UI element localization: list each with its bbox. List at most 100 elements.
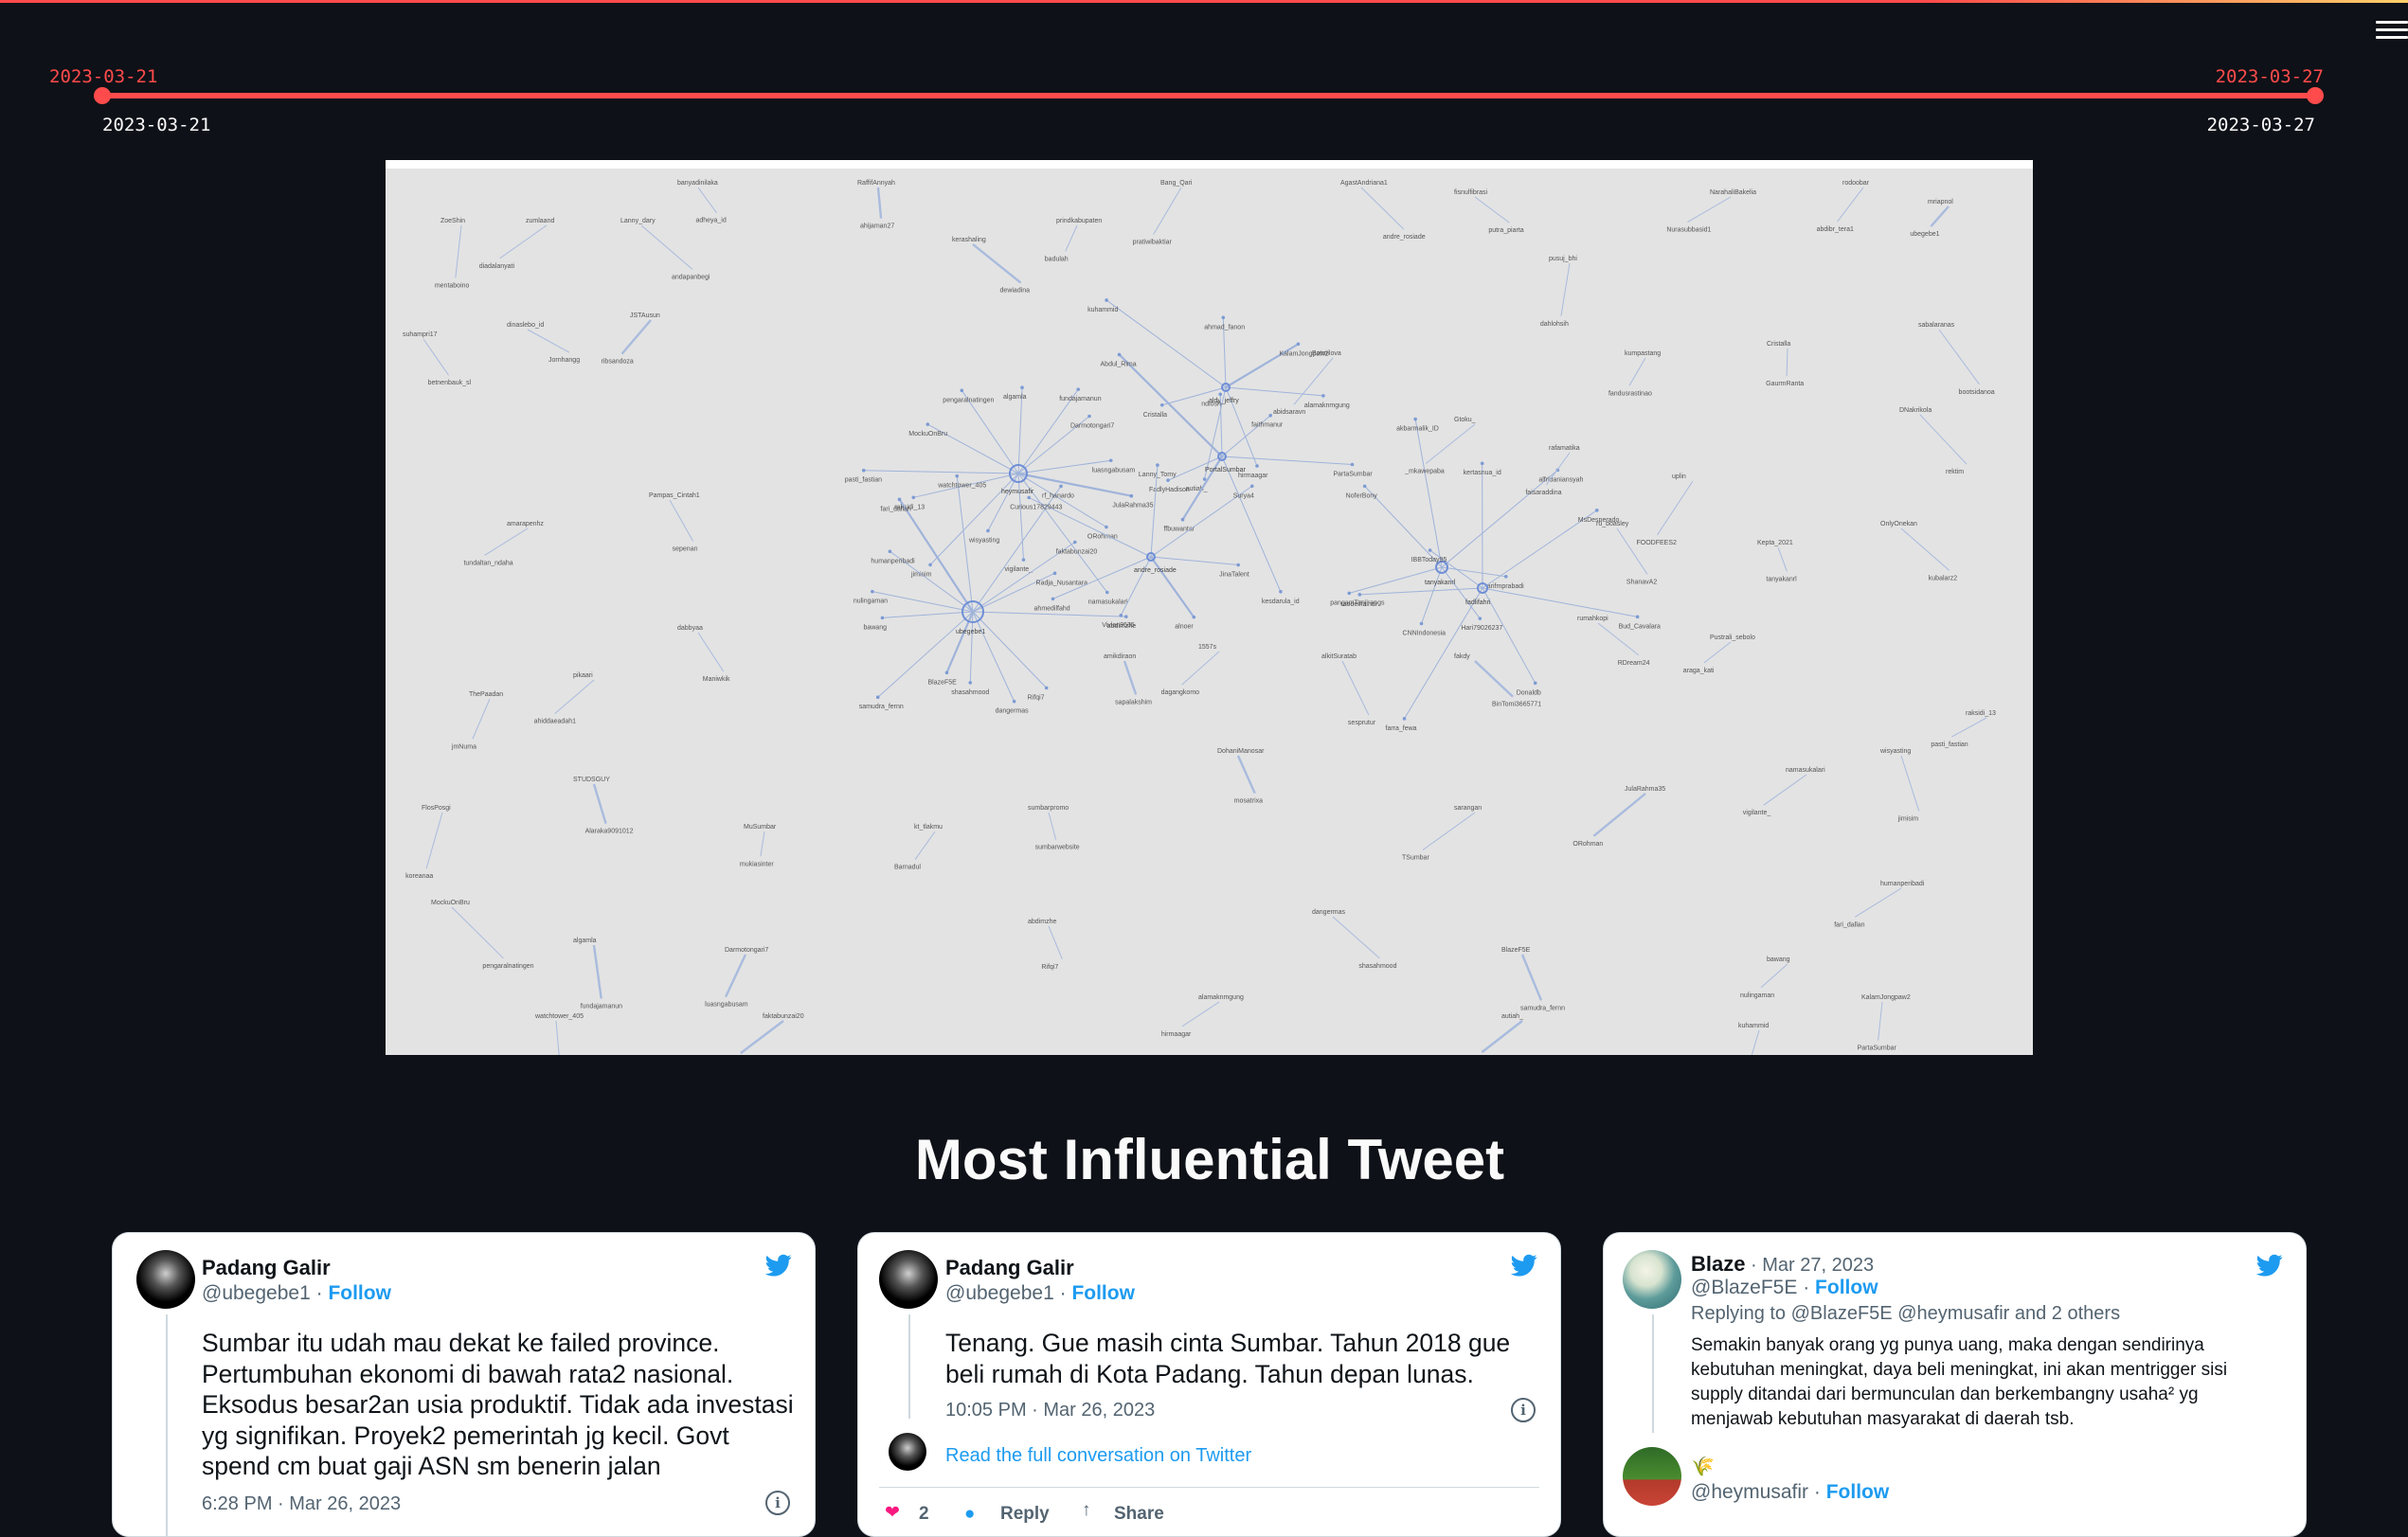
graph-node-label[interactable]: kt_tlakmu bbox=[914, 824, 943, 831]
graph-node-label[interactable]: dinaslebo_id bbox=[507, 322, 544, 329]
info-icon[interactable]: i bbox=[1511, 1398, 1536, 1422]
graph-node-label[interactable]: fundajamanun bbox=[581, 1004, 622, 1010]
graph-node-label[interactable]: BlazeF5E bbox=[927, 679, 957, 686]
graph-node-label[interactable]: KalamJongpaw2 bbox=[1861, 994, 1911, 1001]
graph-node-label[interactable]: algamla bbox=[1003, 394, 1027, 401]
graph-node-label[interactable]: DNakrikola bbox=[1899, 407, 1932, 414]
graph-node-label[interactable]: watchtower_405 bbox=[534, 1013, 584, 1020]
graph-node-label[interactable]: raksidi_13 bbox=[1966, 710, 1996, 717]
graph-node-label[interactable]: farra_fewa bbox=[1386, 725, 1417, 732]
graph-node-label[interactable]: ubegebe1 bbox=[1910, 231, 1939, 238]
graph-node-label[interactable]: JSTAusun bbox=[630, 313, 660, 319]
graph-node-label[interactable]: Darmotongari7 bbox=[1070, 423, 1114, 430]
read-conversation-link[interactable]: Read the full conversation on Twitter bbox=[945, 1445, 1251, 1467]
graph-node-label[interactable]: CNNIndonesia bbox=[1403, 630, 1447, 636]
user-avatar-icon[interactable] bbox=[136, 1250, 195, 1309]
graph-node-label[interactable]: Radja_Nusantara bbox=[1036, 580, 1088, 586]
graph-node-label[interactable]: faktabunzai20 bbox=[1056, 548, 1098, 555]
user-avatar-icon[interactable] bbox=[879, 1250, 938, 1309]
graph-node-label[interactable]: Lanny_Tomy bbox=[1139, 472, 1177, 478]
graph-node-label[interactable]: sarangan bbox=[1454, 805, 1482, 812]
graph-node-label[interactable]: nulingaman bbox=[854, 599, 888, 605]
graph-node-label[interactable]: autiah_ bbox=[1501, 1013, 1523, 1020]
date-range-slider-track[interactable] bbox=[102, 93, 2315, 98]
graph-node-label[interactable]: ahiddaeadah1 bbox=[534, 719, 576, 725]
reply-targets[interactable]: @BlazeF5E @heymusafir bbox=[1791, 1303, 2010, 1324]
graph-node-label[interactable]: amikdiraon bbox=[1104, 653, 1136, 660]
share-button[interactable]: Share bbox=[1114, 1504, 1164, 1525]
graph-node-label[interactable]: tundaltan_ndaha bbox=[463, 560, 512, 566]
graph-node-label[interactable]: humanperibadi bbox=[871, 558, 915, 564]
twitter-bird-icon[interactable] bbox=[2255, 1252, 2285, 1278]
reply-button[interactable]: Reply bbox=[1000, 1504, 1050, 1525]
graph-node-label[interactable]: Nurasubbasid1 bbox=[1666, 227, 1711, 234]
graph-node-label[interactable]: banyadinilaka bbox=[677, 180, 718, 187]
graph-node-label[interactable]: mukiasinter bbox=[740, 861, 774, 867]
graph-node-label[interactable]: diadalanyati bbox=[479, 263, 515, 270]
graph-node-label[interactable]: Kepta_2021 bbox=[1757, 540, 1793, 546]
graph-node-label[interactable]: BinTomi3665771 bbox=[1492, 702, 1541, 708]
graph-node-label[interactable]: alfridaniansyah bbox=[1538, 476, 1583, 483]
graph-node-label[interactable]: hirmaagar bbox=[1238, 473, 1268, 479]
graph-node-label[interactable]: kerashaling bbox=[952, 237, 986, 243]
graph-node-label[interactable]: alkitSuratab bbox=[1321, 653, 1357, 660]
graph-node-label[interactable]: prindkabupaten bbox=[1056, 218, 1102, 224]
follow-button[interactable]: Follow bbox=[1071, 1282, 1135, 1304]
graph-node-label[interactable]: kubalarz2 bbox=[1929, 575, 1957, 581]
graph-hub-label[interactable]: andre_rosiade bbox=[1134, 567, 1177, 574]
tweet-author-handle[interactable]: @ubegebe1 bbox=[202, 1282, 311, 1304]
graph-node-label[interactable]: samudra_fernn bbox=[1520, 1005, 1565, 1011]
graph-node-label[interactable]: alamaknmgung bbox=[1198, 994, 1244, 1001]
graph-node-label[interactable]: araga_kati bbox=[1683, 668, 1715, 674]
graph-node-label[interactable]: fari_dallan bbox=[881, 506, 911, 512]
graph-node-label[interactable]: jimisim bbox=[1897, 815, 1919, 822]
graph-node-label[interactable]: JulaRahma35 bbox=[1625, 786, 1665, 793]
graph-node-label[interactable]: rumahkopi bbox=[1577, 616, 1608, 622]
graph-node-label[interactable]: suhampri17 bbox=[403, 331, 438, 338]
graph-node-label[interactable]: bawang bbox=[1767, 956, 1790, 963]
graph-node-label[interactable]: Bang_Qari bbox=[1160, 180, 1193, 187]
tweet-timestamp[interactable]: 10:05 PM · Mar 26, 2023 bbox=[945, 1400, 1155, 1421]
graph-node-label[interactable]: Pustrali_sebolo bbox=[1710, 634, 1755, 641]
graph-node-label[interactable]: STUDSGUY bbox=[573, 777, 610, 783]
graph-node-label[interactable]: amarapenhz bbox=[507, 521, 544, 527]
graph-node-label[interactable]: IBBToday95 bbox=[1411, 557, 1447, 563]
tweet-card-1[interactable]: Padang Galir @ubegebe1 · Follow Sumbar i… bbox=[112, 1232, 816, 1537]
graph-node-label[interactable]: nulingaman bbox=[1740, 992, 1774, 999]
graph-node-label[interactable]: Lanny_dary bbox=[620, 218, 656, 224]
graph-node-label[interactable]: andapanbegi bbox=[672, 274, 710, 280]
graph-node-label[interactable]: algamla bbox=[573, 938, 597, 944]
graph-node-label[interactable]: Botmilova bbox=[1312, 350, 1341, 357]
graph-node-label[interactable]: namasukalari bbox=[1786, 767, 1825, 774]
graph-node-label[interactable]: pusuj_bhi bbox=[1549, 256, 1577, 262]
graph-node-label[interactable]: sabalaranas bbox=[1918, 322, 1955, 329]
graph-node-label[interactable]: koreanaa bbox=[405, 873, 433, 880]
graph-node-label[interactable]: vigilante_ bbox=[1743, 810, 1771, 816]
graph-node-label[interactable]: ORohman bbox=[1087, 534, 1118, 541]
graph-node-label[interactable]: samudra_fernn bbox=[859, 704, 904, 710]
graph-node-label[interactable]: Abdul_Rima bbox=[1101, 361, 1137, 367]
graph-node-label[interactable]: ThePaadan bbox=[469, 691, 503, 698]
user-avatar-icon[interactable] bbox=[1623, 1250, 1681, 1309]
graph-node-label[interactable]: vigilante_ bbox=[1004, 566, 1033, 573]
graph-node-label[interactable]: pengaralnatingen bbox=[482, 963, 533, 970]
graph-node-label[interactable]: fandusrastinao bbox=[1608, 390, 1652, 397]
graph-node-label[interactable]: PartaSumbar bbox=[1858, 1046, 1897, 1052]
graph-node-label[interactable]: mriapnol bbox=[1928, 199, 1953, 206]
graph-node-label[interactable]: akbarmalik_ID bbox=[1396, 426, 1439, 433]
follow-button[interactable]: Follow bbox=[1815, 1277, 1878, 1298]
graph-node-label[interactable]: Hari79026237 bbox=[1461, 625, 1502, 632]
graph-node-label[interactable]: kuhammid bbox=[1087, 307, 1118, 313]
graph-node-label[interactable]: hirmaagar bbox=[1161, 1031, 1192, 1038]
graph-node-label[interactable]: Cristalla bbox=[1143, 412, 1167, 419]
graph-node-label[interactable]: abidsaravn bbox=[1273, 409, 1305, 416]
graph-node-label[interactable]: ahijaman27 bbox=[860, 223, 894, 230]
graph-node-label[interactable]: ahmad_fanon bbox=[1204, 324, 1245, 331]
tweet-author-name[interactable]: Blaze bbox=[1691, 1252, 1745, 1276]
graph-node-label[interactable]: putra_piarta bbox=[1488, 227, 1523, 234]
graph-node-label[interactable]: DohaniManosar bbox=[1217, 748, 1265, 755]
tweet-author-name[interactable]: Padang Galir bbox=[202, 1256, 331, 1280]
graph-node-label[interactable]: sesprutur bbox=[1348, 720, 1376, 726]
graph-node-label[interactable]: kumpastang bbox=[1625, 350, 1661, 357]
graph-node-label[interactable]: RDream24 bbox=[1618, 660, 1650, 667]
